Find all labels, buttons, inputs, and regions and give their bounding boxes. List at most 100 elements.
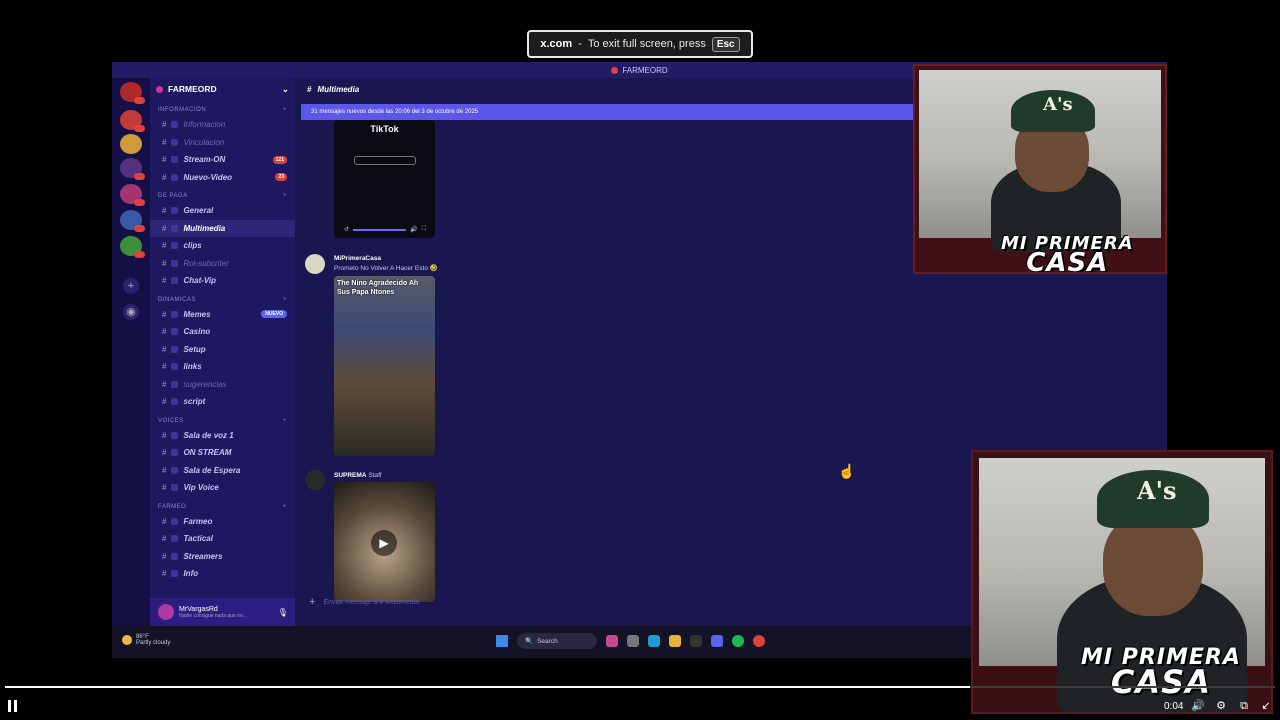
add-channel-icon[interactable]: + — [283, 418, 287, 424]
edge-icon[interactable] — [648, 635, 660, 647]
volume-icon[interactable]: 🔊 — [410, 226, 417, 233]
hash-icon: # — [162, 448, 167, 458]
server-icon[interactable] — [120, 236, 145, 258]
webcam-overlay: A's MI PRIMERA CASA — [971, 450, 1273, 714]
server-icon[interactable] — [120, 110, 145, 132]
unread-badge: 23 — [275, 173, 287, 182]
channel-emoji-icon — [171, 380, 179, 388]
video-embed[interactable]: The Nino Agradecido Ah Sus Papa Ntones — [334, 276, 435, 456]
channel-item[interactable]: # Sala de voz 1 — [150, 427, 295, 445]
message-header: SUPREMA Staff — [334, 472, 382, 479]
video-player[interactable]: x.com - To exit full screen, press Esc F… — [0, 0, 1280, 720]
channel-item[interactable]: # sugerencias — [150, 376, 295, 394]
channel-item[interactable]: # Nuevo-Video 23 — [150, 169, 295, 187]
progress-bar[interactable] — [5, 686, 1275, 688]
channel-item[interactable]: # Vip Voice — [150, 479, 295, 497]
exit-fullscreen-icon[interactable]: ↙ — [1259, 699, 1273, 713]
server-icon[interactable] — [120, 158, 145, 180]
channel-item[interactable]: # Multimedia — [150, 219, 295, 237]
server-icon[interactable] — [120, 134, 142, 154]
channel-name: ON STREAM — [183, 448, 232, 458]
channel-category[interactable]: VOICES + — [150, 415, 295, 427]
channel-item[interactable]: # Memes NUEVO — [150, 306, 295, 324]
app-icon[interactable] — [606, 635, 618, 647]
mouse-cursor-icon: ☝ — [838, 463, 856, 479]
channel-item[interactable]: # Vinculacion — [150, 134, 295, 152]
discord-icon[interactable] — [711, 635, 723, 647]
channel-emoji-icon — [171, 431, 179, 439]
channel-name: Informacion — [183, 120, 226, 130]
add-channel-icon[interactable]: + — [283, 504, 287, 510]
channel-item[interactable]: # General — [150, 202, 295, 220]
video-controls[interactable]: ↺ 🔊 ⛶ — [344, 226, 426, 233]
microphone-icon[interactable]: 🎙 — [278, 608, 288, 617]
channel-item[interactable]: # Chat-Vip — [150, 272, 295, 290]
folder-icon[interactable] — [669, 635, 681, 647]
message-author[interactable]: MiPrimeraCasa — [334, 255, 381, 262]
server-header[interactable]: FARMEORD ⌄ — [150, 78, 295, 100]
channel-sidebar: FARMEORD ⌄ INFORMACION + # Informacion # Vinc… — [150, 78, 295, 626]
channel-item[interactable]: # Tactical — [150, 530, 295, 548]
volume-icon[interactable]: 🔊 — [1191, 699, 1205, 713]
channel-item[interactable]: # Setup — [150, 341, 295, 359]
replay-icon[interactable]: ↺ — [344, 226, 349, 233]
channel-item[interactable]: # links — [150, 358, 295, 376]
server-icon[interactable] — [120, 82, 145, 104]
channel-item[interactable]: # Stream-ON 121 — [150, 151, 295, 169]
channel-item[interactable]: # Casino — [150, 323, 295, 341]
discover-icon[interactable]: ◉ — [123, 304, 139, 320]
channel-category[interactable]: DINAMICAS + — [150, 294, 295, 306]
composer-placeholder: Enviar mensaje a # Multimedia — [323, 598, 420, 606]
settings-gear-icon[interactable]: ⚙ — [1214, 699, 1228, 713]
fullscreen-icon[interactable]: ⛶ — [422, 226, 426, 233]
pip-icon[interactable]: ⧉ — [1237, 699, 1251, 713]
channel-item[interactable]: # ON STREAM — [150, 444, 295, 462]
channel-category[interactable]: INFORMACION + — [150, 104, 295, 116]
hash-icon: # — [162, 206, 167, 216]
channel-item[interactable]: # clips — [150, 237, 295, 255]
taskbar-search[interactable]: 🔍 Search — [517, 633, 597, 649]
play-icon[interactable]: ▶ — [371, 530, 397, 556]
channel-item[interactable]: # Info — [150, 565, 295, 583]
channel-category[interactable]: DE PAGA + — [150, 190, 295, 202]
channel-name: Vinculacion — [183, 137, 225, 147]
weather-widget[interactable]: 86°F Partly cloudy — [122, 634, 170, 646]
hash-icon: # — [162, 241, 167, 251]
server-name: FARMEORD — [168, 84, 217, 94]
pause-icon[interactable] — [8, 700, 20, 712]
avatar[interactable] — [305, 470, 325, 490]
avatar[interactable] — [305, 254, 325, 274]
weather-icon — [122, 635, 132, 645]
app-icon[interactable] — [753, 635, 765, 647]
add-channel-icon[interactable]: + — [283, 107, 287, 113]
video-embed[interactable]: ▶ — [334, 482, 435, 602]
app-icon[interactable] — [690, 635, 702, 647]
server-icon[interactable] — [120, 184, 145, 206]
toast-separator: - — [578, 38, 582, 50]
channel-category[interactable]: FARMEO + — [150, 501, 295, 513]
channel-item[interactable]: # Sala de Espera — [150, 462, 295, 480]
app-icon[interactable] — [627, 635, 639, 647]
channel-item[interactable]: # Rol-subcriter — [150, 255, 295, 273]
add-channel-icon[interactable]: + — [283, 193, 287, 199]
seek-bar[interactable] — [353, 228, 407, 231]
avatar[interactable] — [158, 604, 174, 620]
channel-item[interactable]: # script — [150, 393, 295, 411]
username: MrVargasRd — [179, 605, 218, 613]
add-server-icon[interactable]: + — [123, 278, 139, 294]
tiktok-embed[interactable]: TikTok ↺ 🔊 ⛶ — [334, 120, 435, 238]
spotify-icon[interactable] — [732, 635, 744, 647]
channel-item[interactable]: # Streamers — [150, 548, 295, 566]
hash-icon: # — [162, 397, 167, 407]
channel-watermark: MI PRIMERA CASA — [1081, 647, 1241, 698]
tiktok-button[interactable] — [354, 156, 416, 165]
message-author[interactable]: SUPREMA — [334, 472, 367, 479]
windows-start-icon[interactable] — [496, 635, 508, 647]
add-channel-icon[interactable]: + — [283, 297, 287, 303]
channel-item[interactable]: # Informacion — [150, 116, 295, 134]
channel-item[interactable]: # Farmeo — [150, 513, 295, 531]
new-messages-banner[interactable]: 31 mensajes nuevos desde las 20:06 del 3… — [301, 104, 913, 120]
server-icon[interactable] — [120, 210, 145, 232]
plus-icon[interactable]: + — [309, 596, 315, 608]
hash-icon: # — [162, 172, 167, 182]
